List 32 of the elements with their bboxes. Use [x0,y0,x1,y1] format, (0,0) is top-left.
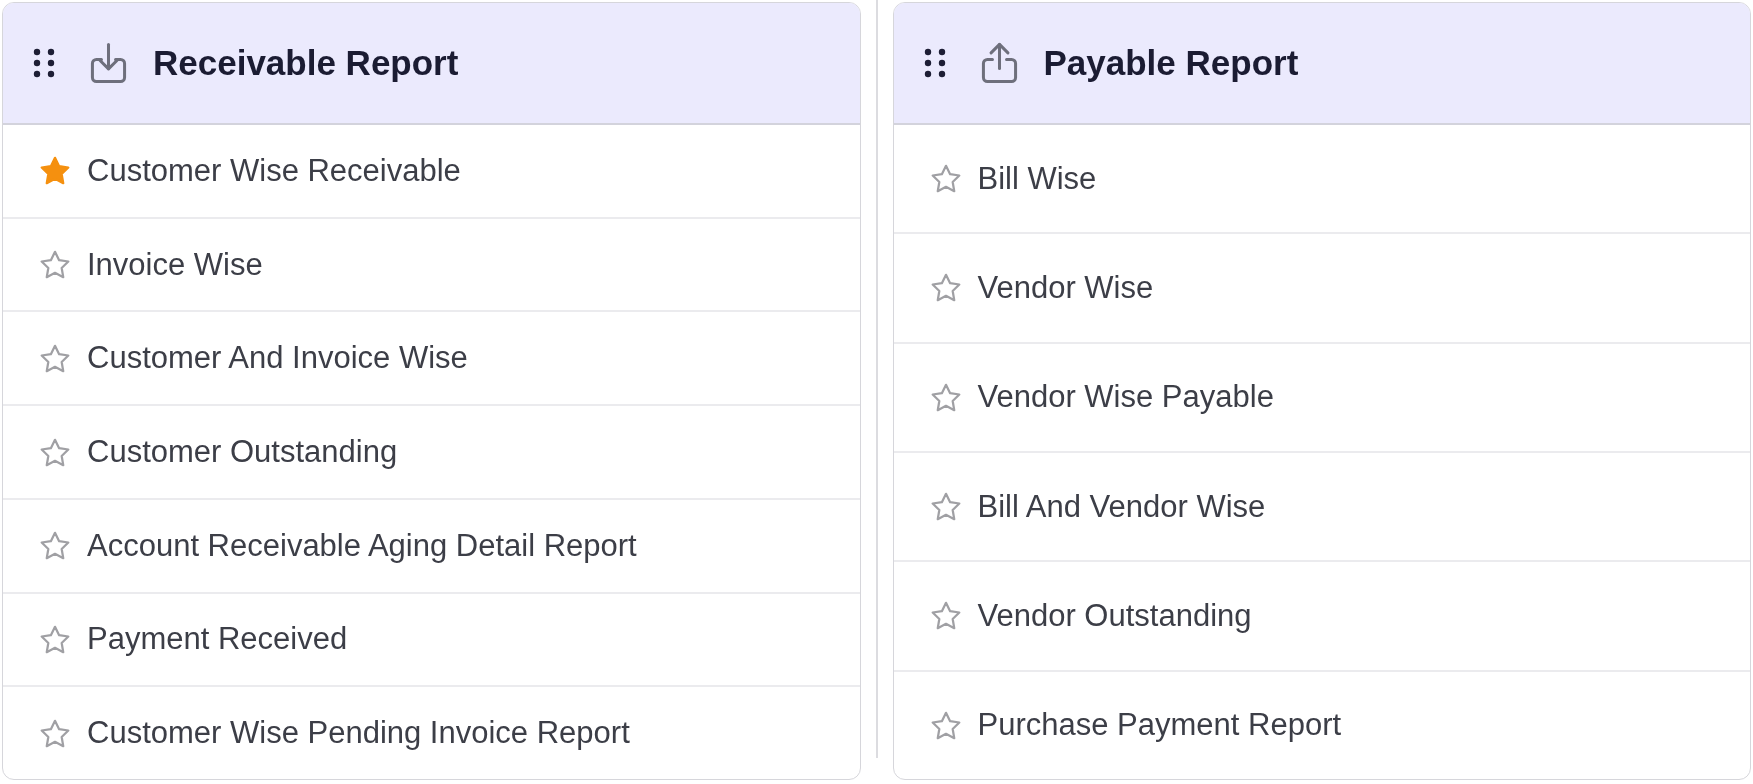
star-icon[interactable] [930,164,961,194]
drag-handle-icon[interactable] [923,48,946,78]
report-link[interactable]: Customer And Invoice Wise [3,312,860,407]
star-icon[interactable] [40,624,70,654]
star-icon[interactable] [40,250,70,280]
report-link[interactable]: Customer Wise Pending Invoice Report [3,687,860,779]
star-icon[interactable] [930,601,961,631]
star-icon[interactable] [40,718,70,748]
panel-title: Receivable Report [153,43,459,83]
report-link[interactable]: Purchase Payment Report [893,671,1750,779]
star-icon[interactable] [930,382,961,412]
star-icon[interactable] [40,437,70,467]
report-link[interactable]: Vendor Wise [893,234,1750,344]
report-link[interactable]: Vendor Wise Payable [893,343,1750,453]
report-link[interactable]: Account Receivable Aging Detail Report [3,499,860,594]
report-link[interactable]: Customer Outstanding [3,406,860,500]
report-link[interactable]: Customer Wise Receivable [3,125,860,219]
download-icon [90,42,127,84]
report-link[interactable]: Bill Wise [893,125,1750,235]
star-icon[interactable] [40,531,70,561]
star-icon[interactable] [930,492,961,522]
report-link[interactable]: Vendor Outstanding [893,562,1750,672]
upload-icon [980,42,1018,84]
star-icon[interactable] [930,710,961,740]
drag-handle-icon[interactable] [33,48,55,78]
report-link[interactable]: Payment Received [3,593,860,688]
star-icon[interactable] [930,273,961,303]
star-icon[interactable] [40,343,70,373]
report-link[interactable]: Invoice Wise [3,218,860,313]
star-icon[interactable] [40,156,70,186]
report-link[interactable]: Bill And Vendor Wise [893,453,1750,563]
panel-title: Payable Report [1043,43,1299,83]
